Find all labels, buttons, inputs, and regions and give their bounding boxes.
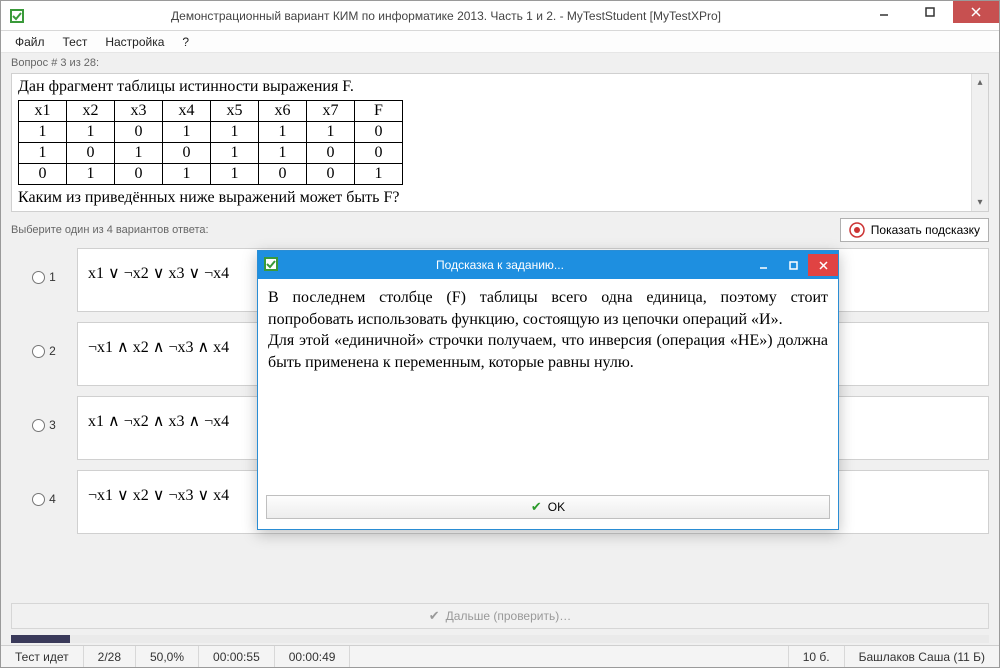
answers-prompt: Выберите один из 4 вариантов ответа: <box>11 224 209 236</box>
th: F <box>355 101 403 122</box>
td: 0 <box>307 164 355 185</box>
status-spacer <box>350 646 788 667</box>
th: x6 <box>259 101 307 122</box>
th: x1 <box>19 101 67 122</box>
td: 0 <box>115 122 163 143</box>
th: x7 <box>307 101 355 122</box>
hint-dialog: Подсказка к заданию... В последнем столб… <box>257 250 839 530</box>
minimize-button[interactable] <box>861 1 907 23</box>
question-prompt-2: Каким из приведённых ниже выражений може… <box>18 189 965 207</box>
titlebar: Демонстрационный вариант КИМ по информат… <box>1 1 999 31</box>
th: x3 <box>115 101 163 122</box>
answer-radio-3[interactable] <box>32 419 45 432</box>
window-title: Демонстрационный вариант КИМ по информат… <box>31 9 861 23</box>
dialog-body: В последнем столбце (F) таблицы всего од… <box>258 279 838 489</box>
next-label: Дальше (проверить)… <box>446 609 572 623</box>
status-progress: 2/28 <box>84 646 136 667</box>
th: x5 <box>211 101 259 122</box>
td: 0 <box>19 164 67 185</box>
dialog-ok-button[interactable]: ✔ OK <box>266 495 830 519</box>
answer-num: 3 <box>49 418 56 432</box>
truth-table: x1 x2 x3 x4 x5 x6 x7 F 11011110 10101100… <box>18 100 403 185</box>
progress-bar <box>11 635 989 643</box>
status-user: Башлаков Саша (11 Б) <box>845 646 999 667</box>
answer-radio-4[interactable] <box>32 493 45 506</box>
question-scrollbar[interactable]: ▴ ▾ <box>971 74 988 211</box>
td: 1 <box>163 122 211 143</box>
menu-settings[interactable]: Настройка <box>97 33 172 51</box>
menu-help[interactable]: ? <box>174 33 197 51</box>
td: 0 <box>355 122 403 143</box>
maximize-button[interactable] <box>907 1 953 23</box>
menu-file[interactable]: Файл <box>7 33 53 51</box>
td: 1 <box>259 122 307 143</box>
answers-prompt-row: Выберите один из 4 вариантов ответа: Пок… <box>1 216 999 244</box>
answer-num: 2 <box>49 344 56 358</box>
td: 1 <box>211 164 259 185</box>
answer-num: 4 <box>49 492 56 506</box>
answer-num: 1 <box>49 270 56 284</box>
scroll-up-icon[interactable]: ▴ <box>972 74 988 91</box>
td: 1 <box>259 143 307 164</box>
status-time-elapsed: 00:00:55 <box>199 646 275 667</box>
td: 1 <box>163 164 211 185</box>
td: 0 <box>259 164 307 185</box>
menubar: Файл Тест Настройка ? <box>1 31 999 53</box>
td: 1 <box>211 122 259 143</box>
status-percent: 50,0% <box>136 646 199 667</box>
status-time-remaining: 00:00:49 <box>275 646 351 667</box>
td: 1 <box>115 143 163 164</box>
dialog-title: Подсказка к заданию... <box>252 258 748 272</box>
app-icon <box>9 8 25 24</box>
td: 0 <box>163 143 211 164</box>
next-button[interactable]: ✔ Дальше (проверить)… <box>11 603 989 629</box>
check-icon: ✔ <box>429 608 440 624</box>
dialog-close-button[interactable] <box>808 254 838 276</box>
hint-icon <box>849 222 865 238</box>
dialog-minimize-button[interactable] <box>748 254 778 276</box>
menu-test[interactable]: Тест <box>55 33 96 51</box>
statusbar: Тест идет 2/28 50,0% 00:00:55 00:00:49 1… <box>1 645 999 667</box>
show-hint-button[interactable]: Показать подсказку <box>840 218 989 242</box>
answer-radio-2[interactable] <box>32 345 45 358</box>
td: 0 <box>67 143 115 164</box>
dialog-maximize-button[interactable] <box>778 254 808 276</box>
answer-radio-1[interactable] <box>32 271 45 284</box>
td: 1 <box>355 164 403 185</box>
td: 1 <box>307 122 355 143</box>
question-prompt-1: Дан фрагмент таблицы истинности выражени… <box>18 78 965 96</box>
td: 1 <box>67 122 115 143</box>
td: 0 <box>307 143 355 164</box>
question-counter: Вопрос # 3 из 28: <box>1 53 999 71</box>
hint-button-label: Показать подсказку <box>871 223 980 237</box>
td: 1 <box>19 122 67 143</box>
window-buttons <box>861 1 999 30</box>
td: 1 <box>19 143 67 164</box>
progress-fill <box>11 635 70 643</box>
status-state: Тест идет <box>1 646 84 667</box>
th: x4 <box>163 101 211 122</box>
ok-check-icon: ✔ <box>531 499 542 515</box>
td: 1 <box>211 143 259 164</box>
dialog-ok-label: OK <box>548 500 565 514</box>
td: 0 <box>355 143 403 164</box>
th: x2 <box>67 101 115 122</box>
status-score: 10 б. <box>789 646 845 667</box>
td: 1 <box>67 164 115 185</box>
td: 0 <box>115 164 163 185</box>
scroll-down-icon[interactable]: ▾ <box>972 194 988 211</box>
dialog-titlebar[interactable]: Подсказка к заданию... <box>258 251 838 279</box>
question-panel: ▴ ▾ Дан фрагмент таблицы истинности выра… <box>11 73 989 212</box>
close-button[interactable] <box>953 1 999 23</box>
